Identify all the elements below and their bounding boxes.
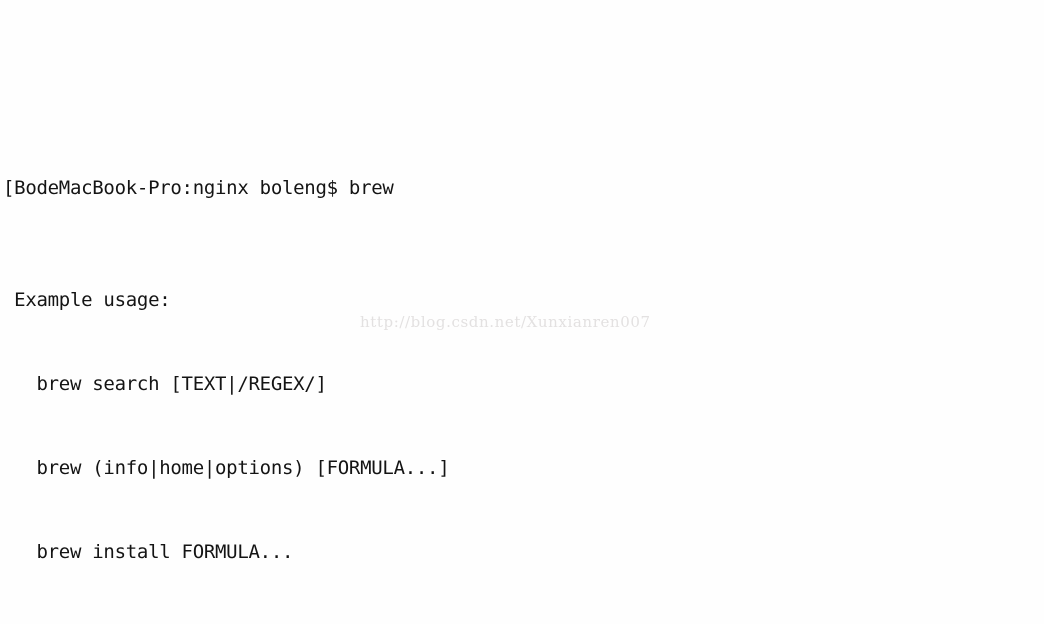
terminal-window[interactable]: [BodeMacBook-Pro:nginx boleng$ brew Exam… xyxy=(0,0,1044,624)
output-line-example-usage-heading: Example usage: xyxy=(3,289,171,311)
shell-prompt-line: [BodeMacBook-Pro:nginx boleng$ brew xyxy=(3,177,394,199)
clipped-previous-line xyxy=(0,62,1044,72)
output-line-brew-info-home-options: brew (info|home|options) [FORMULA...] xyxy=(3,457,450,479)
output-line-brew-install: brew install FORMULA... xyxy=(3,541,294,563)
output-line-brew-search: brew search [TEXT|/REGEX/] xyxy=(3,373,327,395)
terminal-output: [BodeMacBook-Pro:nginx boleng$ brew Exam… xyxy=(0,0,1044,624)
